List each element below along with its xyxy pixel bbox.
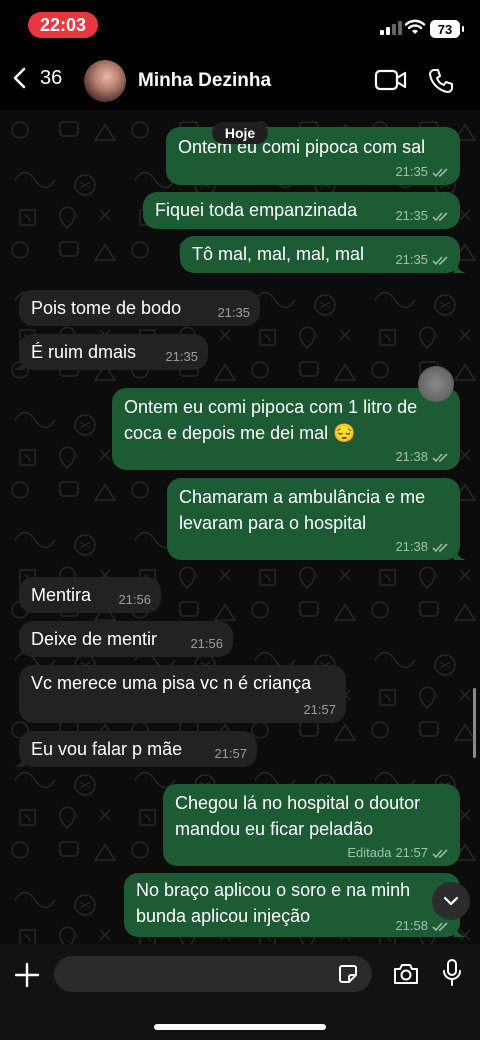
plus-icon[interactable] bbox=[14, 962, 40, 988]
message-bubble-outgoing[interactable]: No braço aplicou o soro e na minh bunda … bbox=[124, 873, 466, 937]
message-meta: 21:35 bbox=[165, 349, 198, 365]
message-text: Fiquei toda empanzinada bbox=[155, 200, 358, 220]
battery-indicator: 73 bbox=[430, 20, 464, 38]
message-time: 21:57 bbox=[303, 702, 336, 717]
message-bubble-incoming[interactable]: Vc merece uma pisa vc n é criança 21:57 bbox=[19, 665, 346, 723]
message-time: 21:38 bbox=[395, 449, 428, 464]
message-text: Mentira bbox=[31, 585, 92, 605]
read-ticks-icon bbox=[432, 211, 448, 221]
chat-area[interactable]: Hoje Ontem eu comi pipoca com sal 21:35 … bbox=[0, 110, 480, 944]
chevron-left-icon bbox=[13, 67, 26, 89]
read-ticks-icon bbox=[432, 542, 448, 552]
message-line: mandou eu ficar peladão bbox=[175, 819, 374, 839]
message-bubble-outgoing[interactable]: Chamaram a ambulância e me levaram para … bbox=[167, 478, 466, 560]
scrollbar[interactable] bbox=[473, 688, 476, 758]
message-line: coca e depois me dei mal 😔 bbox=[124, 423, 356, 443]
message-line: Chamaram a ambulância e me bbox=[179, 487, 426, 507]
message-bubble-outgoing[interactable]: Tô mal, mal, mal, mal 21:35 bbox=[180, 236, 466, 273]
message-meta: 21:38 bbox=[395, 449, 450, 465]
input-bar bbox=[0, 944, 480, 1040]
sticker-icon[interactable] bbox=[336, 962, 360, 986]
phone-call-icon[interactable] bbox=[427, 67, 455, 95]
status-bar: 22:03 73 bbox=[0, 0, 480, 50]
message-meta: 21:35 bbox=[395, 164, 450, 180]
message-time: 21:57 bbox=[214, 746, 247, 761]
message-text: É ruim dmais bbox=[31, 342, 137, 362]
message-text: Chamaram a ambulância e me levaram para … bbox=[179, 484, 425, 536]
message-meta: 21:35 bbox=[395, 208, 450, 224]
message-meta: Editada 21:57 bbox=[347, 845, 450, 861]
chat-header: 36 Minha Dezinha bbox=[0, 50, 480, 110]
wifi-icon bbox=[404, 19, 426, 34]
message-line: No braço aplicou o soro e na minh bbox=[136, 880, 411, 900]
camera-icon[interactable] bbox=[392, 962, 420, 986]
message-text: Chegou lá no hospital o doutor mandou eu… bbox=[175, 790, 420, 842]
bubble-tail bbox=[454, 548, 466, 560]
message-line: levaram para o hospital bbox=[179, 513, 367, 533]
status-time[interactable]: 22:03 bbox=[28, 12, 98, 38]
touch-indicator bbox=[418, 366, 454, 402]
date-separator: Hoje bbox=[212, 122, 268, 144]
message-text: Deixe de mentir bbox=[31, 629, 158, 649]
message-bubble-incoming[interactable]: Mentira 21:56 bbox=[19, 577, 161, 613]
cellular-signal-icon bbox=[380, 21, 402, 35]
read-ticks-icon bbox=[432, 921, 448, 931]
back-button[interactable]: 36 bbox=[12, 66, 62, 90]
message-time: 21:56 bbox=[190, 636, 223, 651]
message-time: 21:35 bbox=[395, 208, 428, 223]
message-text: Vc merece uma pisa vc n é criança bbox=[31, 673, 312, 693]
message-bubble-incoming[interactable]: Pois tome de bodo 21:35 bbox=[19, 290, 260, 326]
message-meta: 21:58 bbox=[395, 918, 450, 934]
video-call-icon[interactable] bbox=[374, 68, 408, 92]
message-bubble-outgoing[interactable]: Ontem eu comi pipoca com 1 litro de coca… bbox=[112, 388, 460, 470]
message-meta: 21:35 bbox=[395, 252, 450, 268]
bubble-tail bbox=[13, 358, 25, 370]
read-ticks-icon bbox=[432, 452, 448, 462]
message-bubble-incoming[interactable]: É ruim dmais 21:35 bbox=[13, 334, 208, 370]
message-time: 21:35 bbox=[165, 349, 198, 364]
message-time: 21:35 bbox=[395, 164, 428, 179]
message-bubble-incoming[interactable]: Deixe de mentir 21:56 bbox=[19, 621, 233, 657]
unread-count: 36 bbox=[40, 66, 63, 89]
message-input[interactable] bbox=[54, 956, 372, 992]
message-meta: 21:56 bbox=[190, 636, 223, 652]
message-meta: 21:38 bbox=[395, 539, 450, 555]
message-meta: 21:57 bbox=[303, 702, 336, 718]
contact-name[interactable]: Minha Dezinha bbox=[138, 70, 271, 92]
message-time: 21:56 bbox=[118, 592, 151, 607]
bubble-tail bbox=[454, 261, 466, 273]
bubble-tail bbox=[13, 755, 25, 767]
avatar[interactable] bbox=[84, 60, 126, 102]
message-bubble-outgoing[interactable]: Chegou lá no hospital o doutor mandou eu… bbox=[163, 784, 460, 866]
message-bubble-outgoing[interactable]: Fiquei toda empanzinada 21:35 bbox=[143, 192, 460, 229]
edited-label: Editada bbox=[347, 845, 392, 860]
message-line: Chegou lá no hospital o doutor bbox=[175, 793, 421, 813]
message-time: 21:35 bbox=[395, 252, 428, 267]
read-ticks-icon bbox=[432, 167, 448, 177]
message-bubble-outgoing[interactable]: Ontem eu comi pipoca com sal 21:35 bbox=[166, 127, 460, 185]
scroll-to-bottom-button[interactable] bbox=[432, 882, 470, 920]
read-ticks-icon bbox=[432, 255, 448, 265]
message-meta: 21:57 bbox=[214, 746, 247, 762]
home-indicator bbox=[154, 1024, 326, 1030]
message-text: No braço aplicou o soro e na minh bunda … bbox=[136, 877, 410, 929]
message-time: 21:57 bbox=[395, 845, 428, 860]
message-time: 21:58 bbox=[395, 918, 428, 933]
message-bubble-incoming[interactable]: Eu vou falar p mãe 21:57 bbox=[13, 731, 257, 767]
bubble-tail bbox=[454, 925, 466, 937]
microphone-icon[interactable] bbox=[442, 958, 462, 988]
message-text: Tô mal, mal, mal, mal bbox=[192, 244, 365, 264]
message-meta: 21:56 bbox=[118, 592, 151, 608]
message-line: bunda aplicou injeção bbox=[136, 906, 311, 926]
message-meta: 21:35 bbox=[217, 305, 250, 321]
message-text: Pois tome de bodo bbox=[31, 298, 182, 318]
message-text: Eu vou falar p mãe bbox=[31, 739, 183, 759]
chevron-down-icon bbox=[443, 896, 459, 906]
message-time: 21:38 bbox=[395, 539, 428, 554]
message-time: 21:35 bbox=[217, 305, 250, 320]
message-text: Ontem eu comi pipoca com 1 litro de coca… bbox=[124, 394, 417, 446]
message-line: Ontem eu comi pipoca com 1 litro de bbox=[124, 397, 418, 417]
read-ticks-icon bbox=[432, 848, 448, 858]
